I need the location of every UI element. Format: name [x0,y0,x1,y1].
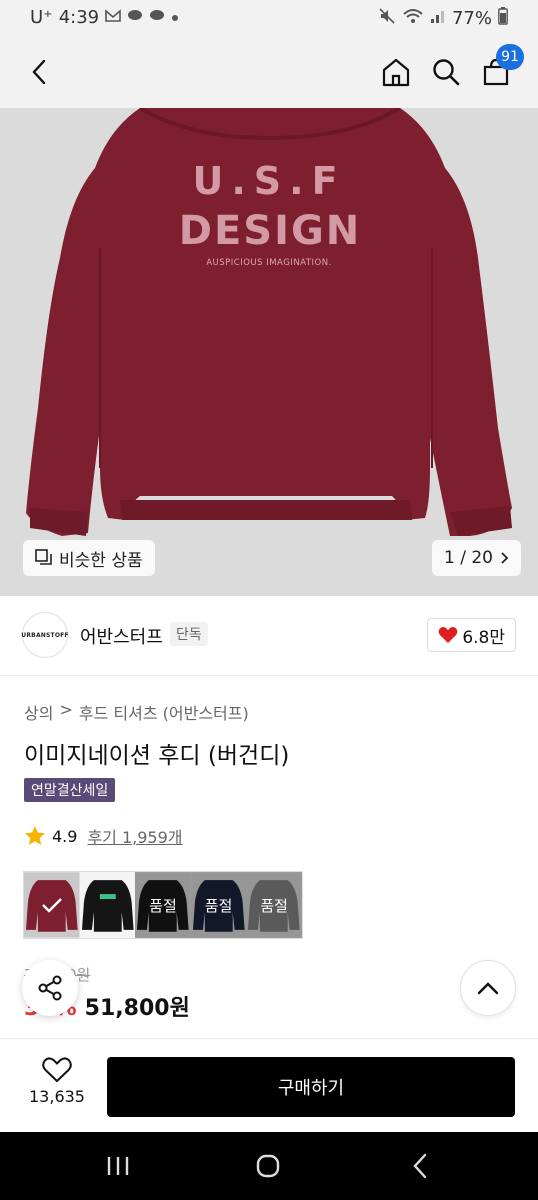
buy-button[interactable]: 구매하기 [107,1057,515,1117]
product-image: U.S.F DESIGN AUSPICIOUS IMAGINATION. [0,108,538,596]
print-line-2: DESIGN [179,208,362,254]
print-line-3: AUSPICIOUS IMAGINATION. [206,258,332,268]
battery-label: 77% [451,8,492,29]
brand-like-button[interactable]: 6.8만 [427,618,516,652]
recents-icon [107,1157,129,1175]
swatch-burgundy[interactable] [24,872,80,938]
review-link[interactable]: 후기 1,959개 [87,824,182,848]
image-pager[interactable]: 1 / 20 [432,540,521,576]
search-icon [433,59,460,86]
scroll-top-button[interactable] [460,960,516,1016]
chat-icon [127,9,143,27]
star-icon [25,826,45,845]
heart-icon [438,626,458,643]
signal-icon [430,8,446,29]
wishlist-count: 13,635 [29,1087,85,1106]
brand-like-count: 6.8만 [462,627,505,648]
swatch-gray-soldout[interactable]: 품절 [246,872,302,938]
color-swatches: 품절 품절 품절 [23,871,303,939]
chevron-up-icon [477,982,499,995]
recent-apps-button[interactable] [98,1150,138,1182]
carrier-label: U⁺ [30,7,53,28]
home-system-button[interactable] [248,1150,288,1182]
share-button[interactable] [22,960,78,1016]
home-icon [382,58,410,87]
dot-icon [171,10,179,26]
chat-icon-2 [149,9,165,27]
rating-row: 4.9 후기 1,959개 [24,824,183,848]
similar-products-label: 비슷한 상품 [59,550,143,571]
back-button[interactable] [18,50,62,94]
swatch-black-green[interactable] [79,872,136,938]
cart-button[interactable]: 91 [474,44,524,94]
breadcrumb: 상의 > 후드 티셔츠 (어반스터프) [24,700,249,724]
share-icon [38,975,62,1001]
product-title: 이미지네이션 후디 (버건디) [24,743,290,769]
soldout-label: 품절 [190,872,247,938]
chevron-left-icon [32,59,46,85]
status-right: 77% [378,7,508,30]
back-arrow-icon [413,1153,427,1179]
print-line-1: U.S.F [192,159,345,203]
top-nav: 91 [0,36,538,108]
status-left: U⁺ 4:39 [30,7,179,28]
current-price: 51,800원 [84,996,190,1021]
brand-logo-text: URBANSTOFF [21,631,69,639]
pager-label: 1 / 20 [444,548,493,568]
cart-badge: 91 [496,44,524,70]
wishlist-button[interactable]: 13,635 [22,1057,92,1106]
mute-icon [378,7,396,30]
swatch-navy-soldout[interactable]: 품절 [190,872,247,938]
mail-icon [105,8,121,27]
battery-icon [498,7,508,30]
check-icon [41,898,62,913]
sale-badge: 연말결산세일 [24,778,116,802]
breadcrumb-category[interactable]: 상의 [24,700,53,724]
heart-outline-icon [42,1057,72,1083]
similar-products-button[interactable]: 비슷한 상품 [23,540,155,576]
clock: 4:39 [58,7,100,28]
brand-logo[interactable]: URBANSTOFF [21,612,69,658]
search-button[interactable] [424,50,468,94]
breadcrumb-separator: > [59,700,73,719]
swatch-black-soldout[interactable]: 품절 [135,872,191,938]
home-button[interactable] [374,50,418,94]
soldout-label: 품절 [135,872,191,938]
chevron-right-icon [501,552,509,564]
swatch-image [79,872,136,938]
brand-row: URBANSTOFF 어반스터프 단독 6.8만 [0,596,538,676]
home-circle-icon [256,1154,280,1178]
breadcrumb-subcategory[interactable]: 후드 티셔츠 (어반스터프) [79,700,249,724]
soldout-label: 품절 [246,872,302,938]
copy-icon [35,549,52,565]
system-nav-bar [0,1132,538,1200]
product-image-carousel[interactable]: U.S.F DESIGN AUSPICIOUS IMAGINATION. 비슷한… [0,108,538,596]
status-bar: U⁺ 4:39 77% [0,0,538,36]
bottom-bar: 13,635 구매하기 [0,1038,538,1132]
rating-score: 4.9 [52,826,78,846]
system-back-button[interactable] [400,1150,440,1182]
exclusive-tag: 단독 [170,622,208,646]
wifi-icon [402,7,424,30]
brand-name[interactable]: 어반스터프 [80,623,163,649]
